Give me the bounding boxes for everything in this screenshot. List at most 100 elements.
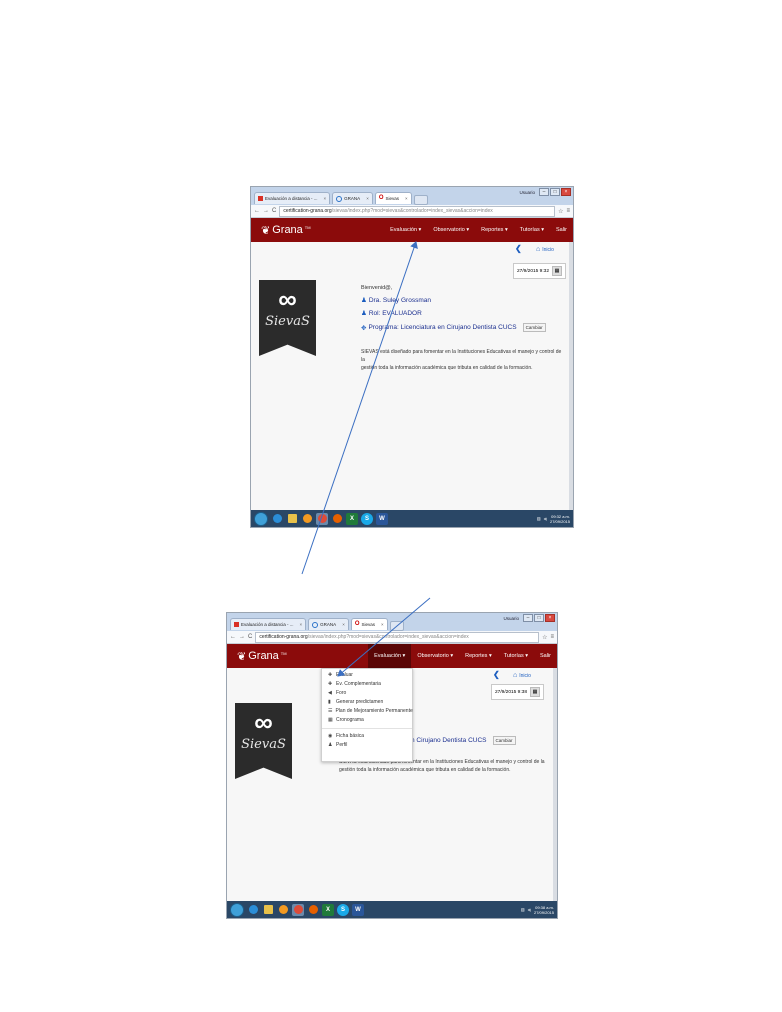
media-player-icon[interactable]	[277, 904, 289, 916]
minimize-button[interactable]: –	[539, 188, 549, 196]
dd-evaluar[interactable]: ✚ Evaluar	[322, 671, 412, 680]
maximize-button[interactable]: □	[534, 614, 544, 622]
dd-plan-mejoramiento[interactable]: ☰ Plan de Mejoramiento Permanente	[322, 707, 413, 716]
date-field[interactable]: 27/9/2015 9:32 ▦	[513, 263, 567, 279]
ie-icon[interactable]	[247, 904, 259, 916]
menu-evaluacion[interactable]: Evaluación ▾	[384, 218, 427, 242]
dd-perfil[interactable]: ♟ Perfil	[322, 741, 412, 750]
close-window-button[interactable]: ×	[561, 188, 571, 196]
user-role: ♟ Rol: EVALUADOR	[361, 309, 422, 318]
infinity-icon: ∞	[254, 707, 273, 737]
start-button[interactable]	[230, 902, 244, 917]
menu-tutorias[interactable]: Tutorías ▾	[498, 644, 534, 668]
word-icon[interactable]: W	[376, 512, 388, 525]
tab-sievas[interactable]: O Sievas ×	[350, 618, 388, 630]
plus-icon: ✚	[328, 681, 333, 687]
word-icon[interactable]: W	[352, 903, 364, 916]
tab-grana[interactable]: GRANA ×	[332, 192, 373, 204]
home-button[interactable]: ⌂ Inicio	[513, 672, 531, 679]
folder-icon[interactable]	[262, 904, 274, 916]
minimize-button[interactable]: –	[523, 614, 533, 622]
brand-logo[interactable]: ❦ Grana TM	[251, 224, 311, 237]
close-tab-icon[interactable]: ×	[366, 193, 369, 204]
star-icon[interactable]: ☆	[542, 634, 547, 641]
dd-ev-complementaria[interactable]: ✚ Ev. Complementaria	[322, 680, 412, 689]
tab-sievas[interactable]: O Sievas ×	[374, 192, 412, 204]
cambiar-button[interactable]: Cambiar	[522, 323, 546, 332]
start-button[interactable]	[254, 511, 268, 526]
leaf-icon: ❦	[237, 650, 247, 663]
network-icon[interactable]: ▥	[537, 516, 541, 521]
skype-icon[interactable]: S	[337, 903, 349, 916]
excel-icon[interactable]: X	[346, 512, 358, 525]
reload-icon[interactable]: C	[248, 634, 252, 640]
close-tab-icon[interactable]: ×	[300, 619, 303, 630]
close-tab-icon[interactable]: ×	[324, 193, 327, 204]
new-tab-button[interactable]	[389, 621, 404, 631]
system-tray: ▥ ◂) 09:38 a.m. 27/09/2015	[521, 905, 554, 915]
volume-icon[interactable]: ◂)	[528, 907, 531, 912]
date-field[interactable]: 27/9/2015 9:38 ▦	[491, 684, 545, 700]
menu-reportes[interactable]: Reportes ▾	[475, 218, 514, 242]
menu-observatorio[interactable]: Observatorio ▾	[427, 218, 475, 242]
url-field[interactable]: certification-grana.org/sievas/index.php…	[279, 205, 556, 217]
tab-gmail[interactable]: Evaluación a distancia - ... ×	[254, 192, 331, 204]
dd-generar-predictamen[interactable]: ▮ Generar predictamen	[322, 698, 412, 707]
scrollbar[interactable]	[553, 668, 557, 901]
close-tab-icon[interactable]: ×	[342, 619, 345, 630]
back-button[interactable]: ❮	[515, 244, 522, 253]
menu-evaluacion[interactable]: Evaluación ▾	[368, 644, 412, 668]
menu-salir[interactable]: Salir	[550, 218, 573, 242]
ie-icon[interactable]	[271, 513, 283, 525]
back-arrow-icon[interactable]: ←	[230, 634, 236, 640]
plus-icon: ✚	[328, 672, 333, 678]
home-icon: ⌂	[536, 246, 541, 253]
dd-ficha-basica[interactable]: ◉ Ficha básica	[322, 732, 412, 741]
scrollbar[interactable]	[569, 242, 573, 510]
volume-icon[interactable]: ◂)	[544, 516, 547, 521]
close-window-button[interactable]: ×	[545, 614, 555, 622]
clock[interactable]: 09:38 a.m. 27/09/2015	[534, 905, 554, 915]
menu-icon[interactable]: ≡	[550, 634, 554, 641]
back-arrow-icon[interactable]: ←	[254, 208, 260, 214]
window-user: Usuario	[519, 189, 535, 195]
chrome-taskbar-icon[interactable]	[292, 903, 304, 916]
tab-grana[interactable]: GRANA ×	[308, 618, 349, 630]
close-tab-icon[interactable]: ×	[405, 193, 408, 204]
back-button[interactable]: ❮	[493, 670, 500, 679]
skype-icon[interactable]: S	[361, 512, 373, 525]
menu-salir[interactable]: Salir	[534, 644, 557, 668]
clock[interactable]: 09:32 a.m. 27/09/2015	[550, 514, 570, 524]
dd-foro[interactable]: ◀ Foro	[322, 689, 412, 698]
forward-arrow-icon[interactable]: →	[263, 208, 269, 214]
reload-icon[interactable]: C	[272, 208, 276, 214]
page-content: ❮ ⌂ Inicio 27/9/2015 9:32 ▦ ∞ SievaS Bienv…	[251, 242, 573, 510]
cambiar-button[interactable]: Cambiar	[492, 736, 516, 745]
forward-arrow-icon[interactable]: →	[239, 634, 245, 640]
firefox-icon[interactable]	[331, 513, 343, 525]
menu-tutorias[interactable]: Tutorías ▾	[514, 218, 550, 242]
menu-reportes[interactable]: Reportes ▾	[459, 644, 498, 668]
new-tab-button[interactable]	[413, 195, 428, 205]
maximize-button[interactable]: □	[550, 188, 560, 196]
chrome-taskbar-icon[interactable]	[316, 512, 328, 525]
home-button[interactable]: ⌂ Inicio	[536, 246, 554, 253]
windows-taskbar: X S W ▥ ◂) 09:38 a.m. 27/09/2015	[227, 901, 557, 918]
calendar-icon[interactable]: ▦	[552, 266, 563, 276]
close-tab-icon[interactable]: ×	[381, 619, 384, 630]
dd-cronograma[interactable]: ▦ Cronograma	[322, 716, 412, 725]
calendar-icon[interactable]: ▦	[530, 687, 541, 697]
sievas-logo: ∞ SievaS	[259, 280, 316, 356]
folder-icon[interactable]	[286, 513, 298, 525]
excel-icon[interactable]: X	[322, 903, 334, 916]
url-field[interactable]: certification-grana.org/sievas/index.php…	[255, 631, 540, 643]
star-icon[interactable]: ☆	[558, 208, 563, 215]
menu-observatorio[interactable]: Observatorio ▾	[411, 644, 459, 668]
menu-icon[interactable]: ≡	[566, 208, 570, 215]
window-controls: Usuario – □ ×	[503, 614, 555, 622]
tab-gmail[interactable]: Evaluación a distancia - ... ×	[230, 618, 307, 630]
media-player-icon[interactable]	[301, 513, 313, 525]
network-icon[interactable]: ▥	[521, 907, 525, 912]
firefox-icon[interactable]	[307, 904, 319, 916]
brand-logo[interactable]: ❦ Grana TM	[227, 650, 287, 663]
